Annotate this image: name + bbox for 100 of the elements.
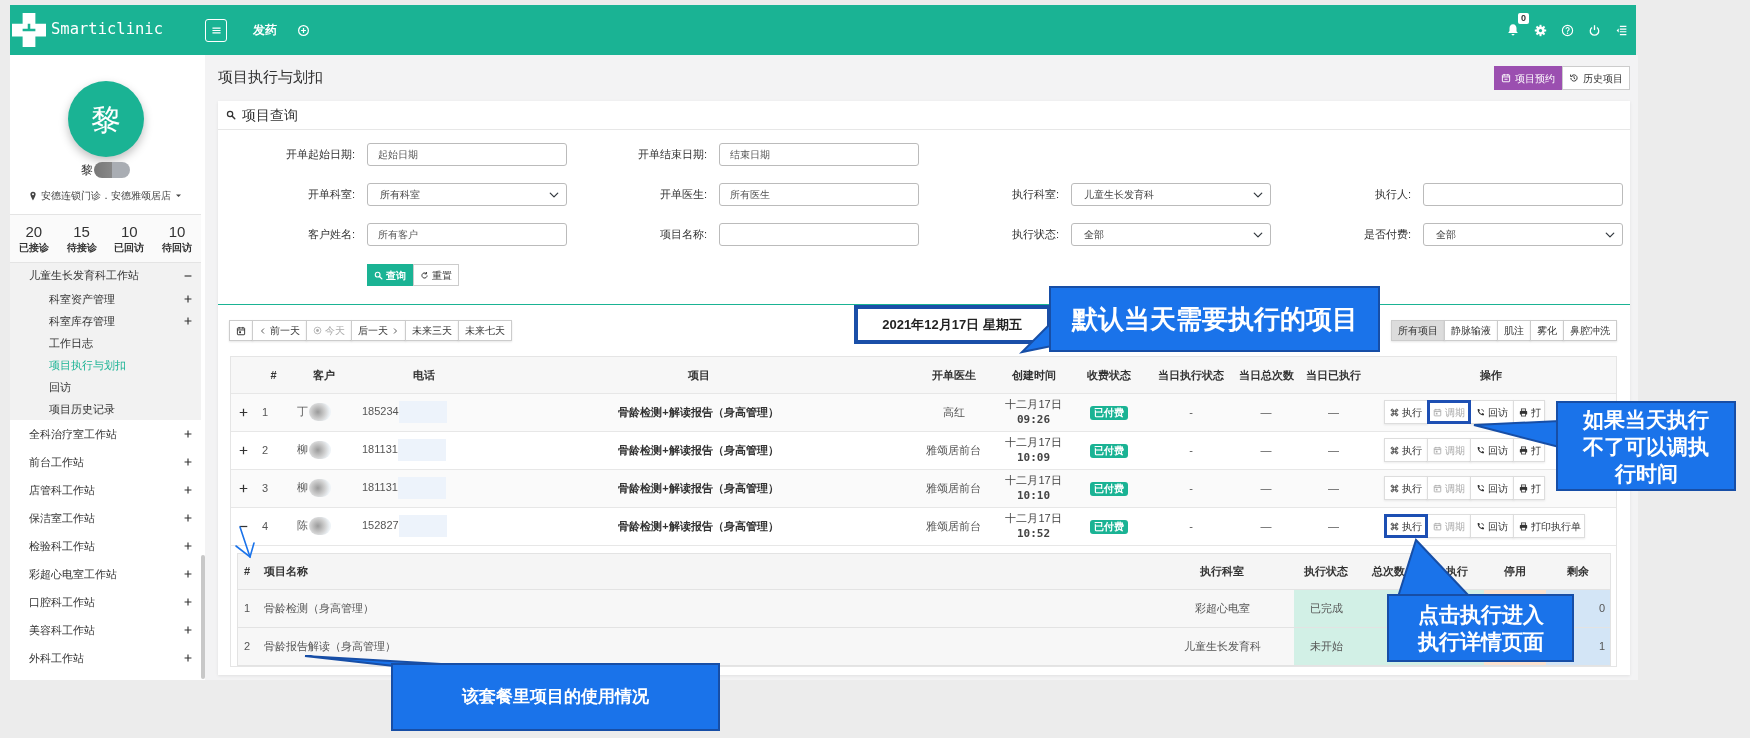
expand-icon[interactable] — [183, 457, 193, 467]
menu-item[interactable]: 店管科工作站 — [29, 481, 95, 499]
list-icon[interactable] — [1615, 23, 1628, 37]
status-tag: 已付费 — [1089, 519, 1128, 534]
filter-button[interactable]: 肌注 — [1497, 320, 1531, 341]
calendar-icon — [1433, 407, 1442, 417]
expand-icon[interactable] — [183, 485, 193, 495]
expand-icon[interactable] — [183, 569, 193, 579]
clinic-location[interactable]: 安德连锁门诊．安德雅颂居店 — [41, 188, 171, 203]
avatar: 黎 — [67, 81, 144, 157]
action-button[interactable]: 执行 — [1384, 476, 1428, 500]
expand-icon[interactable] — [238, 445, 249, 457]
date-nav-button[interactable]: 未来七天 — [458, 320, 512, 341]
date-nav-button[interactable] — [229, 320, 253, 341]
input-field[interactable] — [719, 223, 919, 246]
filter-button[interactable]: 雾化 — [1530, 320, 1564, 341]
stat-label: 已回访 — [114, 240, 145, 255]
phone-icon — [1476, 521, 1485, 531]
table-cell: 骨龄报告解读（身高管理） — [257, 627, 1151, 665]
menu-button[interactable] — [205, 18, 227, 42]
history-icon — [1569, 73, 1579, 83]
project-name: 骨龄检测+解读报告（身高管理） — [618, 519, 779, 532]
input-field[interactable]: 所有医生 — [719, 183, 919, 206]
field-label: 项目名称: — [658, 227, 707, 243]
table-cell: — — [1231, 469, 1301, 507]
date-nav-button[interactable]: 未来三天 — [405, 320, 459, 341]
expand-icon[interactable] — [183, 625, 193, 635]
stat-value: 10 — [168, 222, 186, 240]
submenu-item[interactable]: 回访 — [49, 378, 71, 396]
submenu-item[interactable]: 科室库存管理 — [49, 312, 115, 330]
expand-icon[interactable] — [183, 541, 193, 551]
expand-icon[interactable] — [183, 513, 193, 523]
action-button[interactable]: 执行 — [1384, 438, 1428, 462]
input-field[interactable]: 所有客户 — [367, 223, 567, 246]
action-button[interactable]: 打 — [1513, 476, 1545, 500]
created-time: 10:09 — [1015, 450, 1052, 466]
location-icon — [28, 190, 38, 201]
phone-icon — [1476, 407, 1485, 417]
submenu-item[interactable]: 项目历史记录 — [49, 400, 115, 418]
table-cell: 1 — [256, 393, 291, 431]
column-header: 项目 — [491, 357, 906, 393]
action-button[interactable]: 执行 — [1384, 400, 1428, 424]
expand-icon[interactable] — [183, 597, 193, 607]
submenu-item[interactable]: 科室资产管理 — [49, 290, 115, 308]
menu-item[interactable]: 儿童生长发育科工作站 — [29, 267, 139, 284]
action-button[interactable]: 回访 — [1470, 438, 1514, 462]
field-label: 执行状态: — [1010, 227, 1059, 243]
dropdown[interactable]: 所有科室 — [367, 183, 567, 206]
menu-item[interactable]: 口腔科工作站 — [29, 593, 95, 611]
menu-item[interactable]: 检验科工作站 — [29, 537, 95, 555]
page-button[interactable]: 项目预约 — [1494, 66, 1562, 90]
bell-icon[interactable] — [1506, 23, 1520, 37]
reset-button[interactable]: 重置 — [413, 264, 459, 286]
expand-icon[interactable] — [183, 429, 193, 439]
status-tag: 已付费 — [1089, 443, 1128, 458]
created-time: 10:52 — [1015, 526, 1052, 542]
expand-icon[interactable] — [183, 316, 193, 326]
phone-icon — [1476, 445, 1485, 455]
action-button[interactable]: 回访 — [1470, 476, 1514, 500]
menu-item[interactable]: 前台工作站 — [29, 453, 84, 471]
menu-item[interactable]: 全科治疗室工作站 — [29, 425, 117, 443]
page-button[interactable]: 历史项目 — [1562, 66, 1630, 90]
menu-item[interactable]: 外科工作站 — [29, 649, 84, 667]
power-icon[interactable] — [1588, 23, 1601, 37]
expand-icon[interactable] — [238, 407, 249, 419]
field-label: 开单结束日期: — [636, 147, 707, 163]
expand-icon[interactable] — [238, 483, 249, 495]
submenu-item[interactable]: 工作日志 — [49, 334, 93, 352]
column-header: 当日执行状态 — [1151, 357, 1231, 393]
dropdown[interactable]: 全部 — [1071, 223, 1271, 246]
settings-icon[interactable] — [1534, 23, 1547, 37]
stat-value: 15 — [73, 222, 90, 240]
command-icon — [1390, 521, 1399, 531]
created-time: 10:10 — [1015, 488, 1052, 504]
command-icon — [1390, 483, 1399, 493]
dropdown[interactable]: 全部 — [1423, 223, 1623, 246]
date-nav-button[interactable]: 前一天 — [252, 320, 307, 341]
input-field[interactable]: 起始日期 — [367, 143, 567, 166]
dropdown[interactable]: 儿童生长发育科 — [1071, 183, 1271, 206]
stat-value: 20 — [25, 222, 43, 240]
menu-item[interactable]: 美容科工作站 — [29, 621, 95, 639]
date-nav-button[interactable]: 后一天 — [351, 320, 406, 341]
table-cell: 1 — [237, 589, 258, 627]
filter-button[interactable]: 所有项目 — [1391, 320, 1445, 341]
scrollbar-thumb[interactable] — [201, 555, 205, 679]
expand-icon[interactable] — [183, 653, 193, 663]
add-tab-icon[interactable] — [297, 23, 310, 37]
reset-icon — [420, 270, 429, 280]
filter-button[interactable]: 静脉输液 — [1444, 320, 1498, 341]
filter-button[interactable]: 鼻腔冲洗 — [1563, 320, 1617, 341]
action-button[interactable]: 回访 — [1470, 514, 1514, 538]
action-button[interactable]: 执行 — [1384, 514, 1428, 538]
help-icon[interactable] — [1561, 23, 1574, 37]
action-button[interactable]: 打印执行单 — [1513, 514, 1585, 538]
input-field[interactable]: 结束日期 — [719, 143, 919, 166]
expand-icon[interactable] — [183, 294, 193, 304]
input-field[interactable] — [1423, 183, 1623, 206]
action-button[interactable]: 回访 — [1470, 400, 1514, 424]
menu-item[interactable]: 保洁室工作站 — [29, 509, 95, 527]
menu-item[interactable]: 彩超心电室工作站 — [29, 565, 117, 583]
